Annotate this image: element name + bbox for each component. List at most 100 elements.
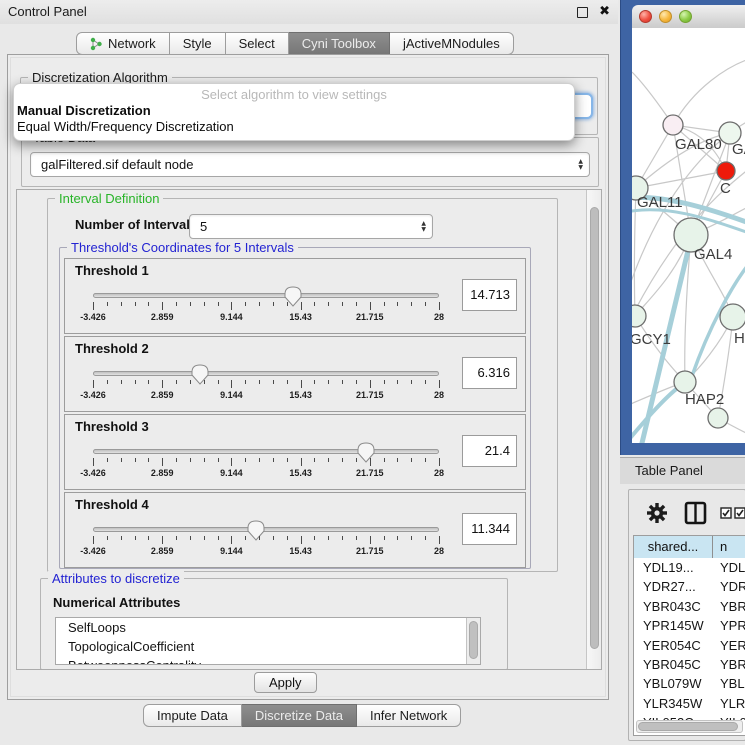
table-data-group: Table Data galFiltered.sif default node … (21, 137, 599, 187)
interval-definition-title: Interval Definition (55, 191, 163, 206)
interval-definition-group: Interval Definition Number of Intervals … (47, 198, 558, 572)
split-table-icon[interactable] (684, 501, 707, 525)
cell-shared-name: YBL079W (634, 674, 713, 693)
slider-track[interactable] (93, 371, 439, 376)
tab-label: Cyni Toolbox (302, 33, 376, 55)
network-node-label: GA (732, 141, 745, 158)
column-header-name[interactable]: n (713, 536, 745, 558)
cell-shared-name: YDL19... (634, 558, 713, 577)
tab-jactivemnodules[interactable]: jActiveMNodules (390, 32, 514, 55)
attribute-list-item[interactable]: BetweennessCentrality (56, 656, 480, 665)
control-panel-titlebar: Control Panel ✖ (0, 0, 618, 24)
network-node-label: H (734, 330, 745, 347)
threshold-value-field[interactable]: 21.4 (462, 435, 517, 467)
cell-shared-name: YPR145W (634, 616, 713, 635)
minimize-traffic-light-icon[interactable] (659, 10, 672, 23)
network-node-label: GAL80 (675, 136, 722, 153)
table-data-value: galFiltered.sif default node (41, 157, 193, 172)
panel-title: Control Panel (8, 0, 87, 24)
network-window-titlebar[interactable] (632, 5, 745, 29)
table-row[interactable]: YLR345WYLR3 (634, 694, 745, 713)
table-row[interactable]: YDR27...YDR2 (634, 577, 745, 596)
dropdown-option-equal-width-frequency-discretization[interactable]: Equal Width/Frequency Discretization (17, 119, 234, 134)
network-node-gcy1[interactable] (632, 305, 646, 327)
tab-impute-data[interactable]: Impute Data (143, 704, 242, 727)
slider-ticks (93, 536, 439, 545)
network-icon (90, 37, 103, 51)
slider-ticks (93, 302, 439, 311)
attribute-list-item[interactable]: SelfLoops (56, 618, 480, 637)
network-node-h[interactable] (720, 304, 745, 330)
attributes-scrollbar-thumb[interactable] (469, 621, 478, 659)
settings-scrollbar-thumb[interactable] (590, 207, 599, 649)
number-of-intervals-value: 5 (200, 219, 207, 234)
attribute-list-item[interactable]: TopologicalCoefficient (56, 637, 480, 656)
checkbox-checked-icon[interactable] (720, 507, 732, 519)
attributes-scrollbar[interactable] (466, 618, 480, 664)
combo-stepper-icon: ▲▼ (421, 221, 426, 233)
threshold-label: Threshold 3 (75, 419, 149, 434)
cell-name: YPR1 (713, 616, 745, 635)
threshold-label: Threshold 4 (75, 497, 149, 512)
float-window-icon[interactable] (577, 7, 588, 18)
tab-style[interactable]: Style (170, 32, 226, 55)
top-tab-bar: Network Style Select Cyni Toolbox jActiveMNo… (76, 32, 514, 55)
table-row[interactable]: YBR043CYBR0 (634, 597, 745, 616)
thresholds-group-title: Threshold's Coordinates for 5 Intervals (67, 240, 298, 255)
network-edge[interactable] (673, 58, 745, 125)
tab-label: Network (108, 33, 156, 55)
threshold-value-field[interactable]: 11.344 (462, 513, 517, 545)
number-of-intervals-combobox[interactable]: 5 ▲▼ (189, 214, 433, 239)
apply-button[interactable]: Apply (254, 672, 317, 693)
gear-icon[interactable] (646, 502, 668, 524)
tab-label: Style (183, 33, 212, 55)
close-traffic-light-icon[interactable] (639, 10, 652, 23)
slider-tick-labels: -3.4262.8599.14415.4321.71528 (93, 312, 439, 323)
threshold-value-field[interactable]: 6.316 (462, 357, 517, 389)
network-edge[interactable] (634, 188, 636, 316)
cell-name: YER0 (713, 636, 745, 655)
table-row[interactable]: YDL19...YDL1 (634, 558, 745, 577)
column-header-shared[interactable]: shared... (634, 536, 713, 558)
threshold-value-field[interactable]: 14.713 (462, 279, 517, 311)
table-row[interactable]: YIL052CYIL0 (634, 713, 745, 720)
network-node-label: C (720, 180, 731, 197)
settings-vertical-scrollbar[interactable] (586, 190, 601, 669)
tab-select[interactable]: Select (226, 32, 289, 55)
network-node-gal80[interactable] (663, 115, 683, 135)
number-of-intervals-label: Number of Intervals (75, 217, 197, 232)
attributes-group-title: Attributes to discretize (48, 571, 184, 586)
network-node-label: GAL4 (694, 246, 732, 263)
slider-track[interactable] (93, 449, 439, 454)
tab-network[interactable]: Network (76, 32, 170, 55)
cell-shared-name: YER054C (634, 636, 713, 655)
table-horizontal-scrollbar[interactable] (636, 720, 743, 733)
slider-track[interactable] (93, 293, 439, 298)
table-row[interactable]: YBR045CYBR0 (634, 655, 745, 674)
algorithm-dropdown-popup: Select algorithm to view settings Manual… (13, 83, 575, 141)
table-row[interactable]: YER054CYER0 (634, 636, 745, 655)
combo-stepper-icon: ▲▼ (578, 159, 583, 171)
dropdown-option-manual-discretization[interactable]: Manual Discretization (17, 103, 151, 118)
tab-label: jActiveMNodules (403, 33, 500, 55)
slider-track[interactable] (93, 527, 439, 532)
tab-discretize-data[interactable]: Discretize Data (242, 704, 357, 727)
tab-infer-network[interactable]: Infer Network (357, 704, 461, 727)
network-canvas[interactable]: GAL80GACGAL11GAL4GCY1HHAP2 (632, 28, 745, 443)
tab-cyni-toolbox[interactable]: Cyni Toolbox (289, 32, 390, 55)
table-scrollbar-thumb[interactable] (638, 722, 738, 731)
close-icon[interactable]: ✖ (599, 3, 610, 21)
checkbox-checked-icon[interactable] (734, 507, 745, 519)
table-data-combobox[interactable]: galFiltered.sif default node ▲▼ (30, 152, 590, 177)
network-node-c[interactable] (717, 162, 735, 180)
network-node-unlabeled[interactable] (708, 408, 728, 428)
network-graph: GAL80GACGAL11GAL4GCY1HHAP2 (632, 28, 745, 443)
threshold-label: Threshold 1 (75, 263, 149, 278)
cell-name: YBR0 (713, 655, 745, 674)
screen: Control Panel ✖ Network Style Select Cyni T… (0, 0, 745, 745)
table-row[interactable]: YBL079WYBL0 (634, 674, 745, 693)
zoom-traffic-light-icon[interactable] (679, 10, 692, 23)
threshold-label: Threshold 2 (75, 341, 149, 356)
table-row[interactable]: YPR145WYPR1 (634, 616, 745, 635)
network-node-hap2[interactable] (674, 371, 696, 393)
